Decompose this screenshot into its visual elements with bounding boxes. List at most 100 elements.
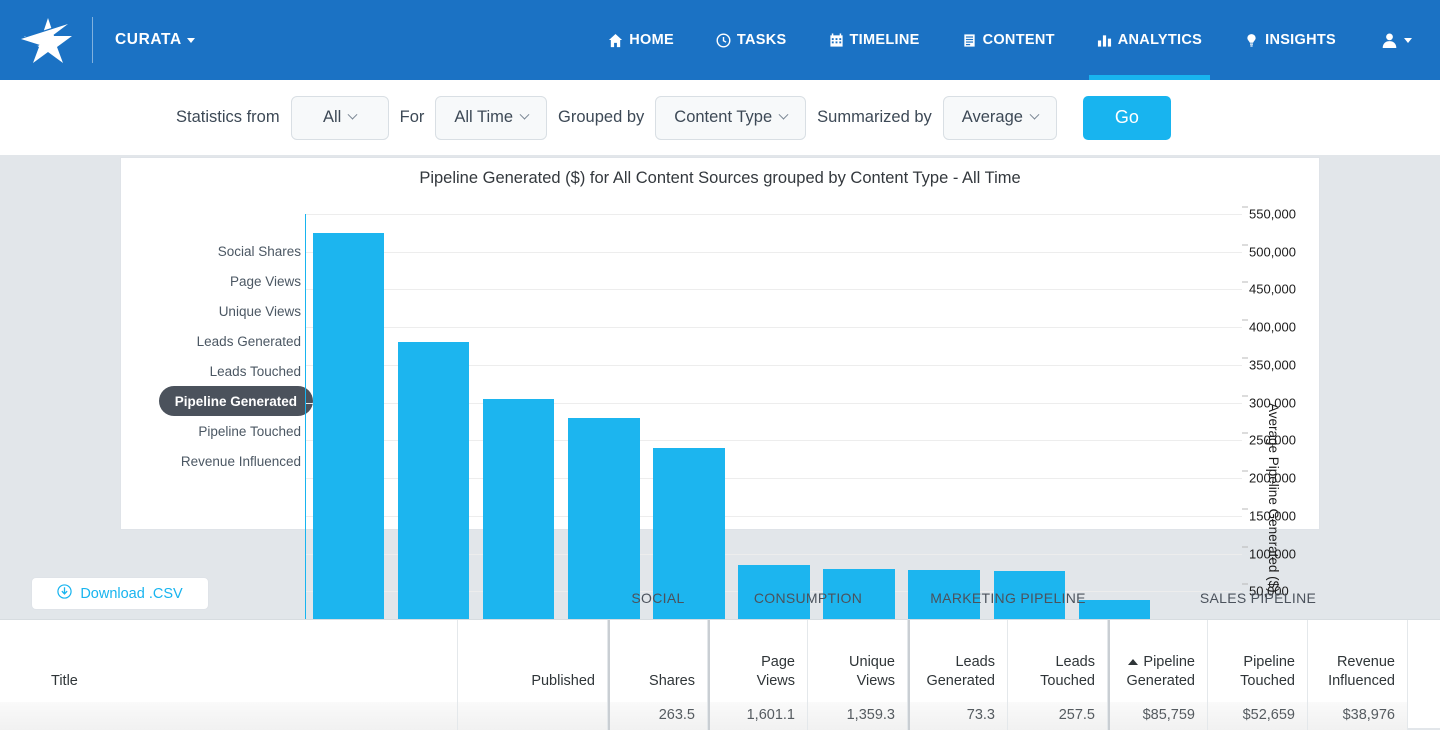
groupby-select-value: Content Type	[674, 108, 772, 127]
nav-item-analytics-label: ANALYTICS	[1118, 32, 1202, 48]
nav-item-insights[interactable]: INSIGHTS	[1223, 0, 1357, 80]
nav-item-timeline[interactable]: TIMELINE	[808, 0, 941, 80]
nav-item-tasks[interactable]: TASKS	[695, 0, 808, 80]
table-header-shares[interactable]: Shares	[608, 620, 708, 702]
home-icon	[608, 33, 623, 48]
y-axis-tick	[1242, 584, 1248, 585]
y-axis-tick-labels: 050,000100,000150,000200,000250,000300,0…	[1249, 214, 1339, 634]
table-cell-unique-views: 1,359.3	[808, 702, 908, 730]
go-button[interactable]: Go	[1083, 96, 1171, 140]
chart-bar[interactable]	[313, 233, 384, 629]
table-header-page-views[interactable]: Page Views	[708, 620, 808, 702]
nav-item-content[interactable]: CONTENT	[941, 0, 1076, 80]
y-axis-title: Average Pipeline Generated ($)	[1266, 403, 1281, 593]
source-select[interactable]: All	[291, 96, 389, 140]
summarized-by-label: Summarized by	[806, 108, 943, 127]
user-menu[interactable]	[1357, 0, 1440, 80]
grouped-by-label: Grouped by	[547, 108, 655, 127]
analytics-filter-bar: Statistics from All For All Time Grouped…	[0, 80, 1440, 156]
analytics-chart-panel: Pipeline Generated ($) for All Content S…	[120, 157, 1320, 530]
bar-cell	[1072, 214, 1157, 629]
nav-item-content-label: CONTENT	[983, 32, 1055, 48]
y-axis-label: 450,000	[1249, 282, 1296, 297]
table-header-leads-touched[interactable]: LeadsTouched	[1008, 620, 1108, 702]
bar-cell	[902, 214, 987, 629]
download-csv-label: Download .CSV	[80, 586, 182, 602]
for-label: For	[389, 108, 436, 127]
metric-legend-list: Social SharesPage ViewsUnique ViewsLeads…	[146, 236, 313, 476]
metric-item-unique-views[interactable]: Unique Views	[207, 296, 313, 326]
chart-bar[interactable]	[398, 342, 469, 629]
metric-item-pipeline-touched[interactable]: Pipeline Touched	[186, 416, 313, 446]
table-header-revenue-influenced[interactable]: RevenueInfluenced	[1308, 620, 1408, 702]
bar-cell	[987, 214, 1072, 629]
download-csv-button[interactable]: Download .CSV	[31, 577, 209, 610]
metric-item-revenue-influenced[interactable]: Revenue Influenced	[169, 446, 313, 476]
table-cell-published	[458, 702, 608, 730]
groupby-select[interactable]: Content Type	[655, 96, 806, 140]
y-axis-label: 400,000	[1249, 320, 1296, 335]
table-group-header: SALES PIPELINE	[1108, 590, 1408, 615]
y-axis-tick	[1242, 395, 1248, 396]
table-row[interactable]: 263.51,601.11,359.373.3257.5$85,759$52,6…	[0, 702, 1440, 730]
table-header-pipeline-touched[interactable]: PipelineTouched	[1208, 620, 1308, 702]
brand-label: CURATA	[115, 31, 182, 49]
bar-cell	[306, 214, 391, 629]
table-header-unique-views[interactable]: UniqueViews	[808, 620, 908, 702]
table-cell-pipeline-generated: $85,759	[1108, 702, 1208, 730]
chevron-down-icon	[187, 38, 195, 43]
statistics-from-label: Statistics from	[176, 108, 291, 127]
user-icon	[1381, 32, 1398, 49]
table-header-published[interactable]: Published	[458, 620, 608, 702]
clock-icon	[716, 33, 731, 48]
metric-item-pipeline-generated[interactable]: Pipeline Generated	[159, 386, 313, 416]
y-axis-tick	[1242, 357, 1248, 358]
table-cell-page-views: 1,601.1	[708, 702, 808, 730]
document-icon	[962, 33, 977, 48]
table-cell-leads-touched: 257.5	[1008, 702, 1108, 730]
table-cell-pipeline-touched: $52,659	[1208, 702, 1308, 730]
bar-cell	[1157, 214, 1242, 629]
nav-item-home[interactable]: HOME	[587, 0, 695, 80]
table-header-leads-generated[interactable]: LeadsGenerated	[908, 620, 1008, 702]
y-axis-label: 500,000	[1249, 244, 1296, 259]
nav-item-tasks-label: TASKS	[737, 32, 787, 48]
bar-cell	[476, 214, 561, 629]
metric-item-leads-generated[interactable]: Leads Generated	[185, 326, 313, 356]
calendar-icon	[829, 33, 844, 48]
timerange-select[interactable]: All Time	[435, 96, 547, 140]
chevron-down-icon	[520, 110, 530, 120]
table-header-pipeline-generated[interactable]: PipelineGenerated	[1108, 620, 1208, 702]
metric-item-leads-touched[interactable]: Leads Touched	[198, 356, 313, 386]
table-header-title[interactable]: Title	[0, 620, 458, 702]
chart-bars	[306, 214, 1242, 629]
y-axis-tick	[1242, 244, 1248, 245]
y-axis-label: 550,000	[1249, 207, 1296, 222]
bar-cell	[561, 214, 646, 629]
nav-item-analytics[interactable]: ANALYTICS	[1076, 0, 1223, 80]
chevron-down-icon	[348, 110, 358, 120]
table-group-headers: SOCIALCONSUMPTIONMARKETING PIPELINESALES…	[608, 590, 1408, 615]
metric-item-page-views[interactable]: Page Views	[218, 266, 313, 296]
summarizeby-select-value: Average	[962, 108, 1023, 127]
metric-item-social-shares[interactable]: Social Shares	[206, 236, 313, 266]
top-navigation-bar: CURATA HOME TASKS TIMELINE CONTENT	[0, 0, 1440, 80]
table-cell-revenue-influenced: $38,976	[1308, 702, 1408, 730]
brand-menu[interactable]: CURATA	[115, 31, 195, 49]
chart-plot-area: Social SharesPage ViewsUnique ViewsLeads…	[121, 158, 1321, 531]
table-cell-shares: 263.5	[608, 702, 708, 730]
chevron-down-icon	[1029, 110, 1039, 120]
download-icon	[57, 584, 72, 603]
bar-cell	[391, 214, 476, 629]
table-cell-title	[0, 702, 458, 730]
timerange-select-value: All Time	[454, 108, 513, 127]
table-cell-leads-generated: 73.3	[908, 702, 1008, 730]
y-axis-tick	[1242, 282, 1248, 283]
nav-item-insights-label: INSIGHTS	[1265, 32, 1336, 48]
analytics-data-table: TitlePublishedSharesPage ViewsUniqueView…	[0, 619, 1440, 728]
app-logo[interactable]	[0, 16, 92, 64]
chart-bar[interactable]	[483, 399, 554, 629]
summarizeby-select[interactable]: Average	[943, 96, 1057, 140]
y-axis-tick	[1242, 320, 1248, 321]
y-axis-label: 350,000	[1249, 357, 1296, 372]
